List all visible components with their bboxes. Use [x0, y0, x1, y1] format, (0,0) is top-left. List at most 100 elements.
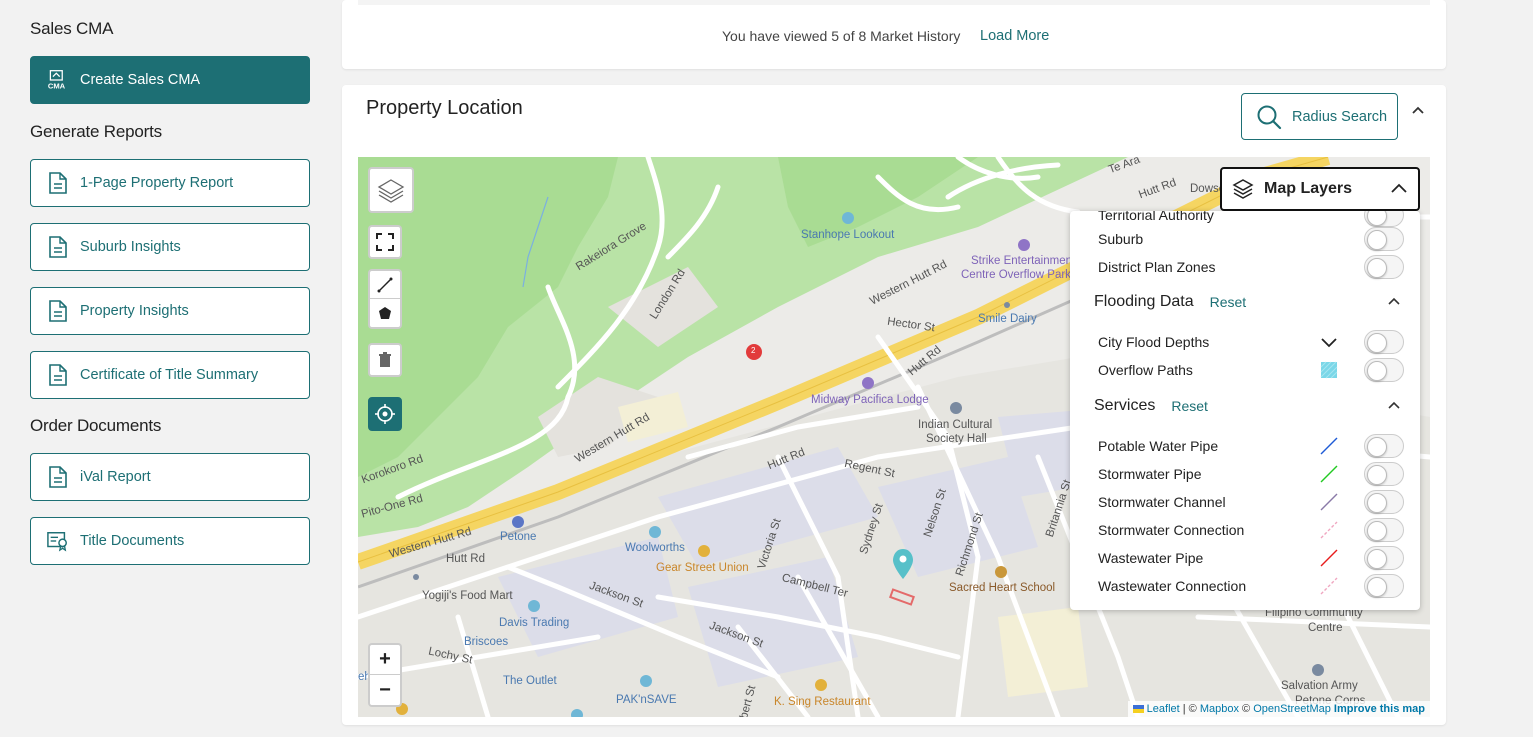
layer-label: Stormwater Connection	[1098, 522, 1245, 538]
map-label: Smile Dairy	[978, 313, 1037, 325]
services-reset-link[interactable]: Reset	[1171, 398, 1208, 414]
layer-row-stormwater-channel: Stormwater Channel	[1098, 488, 1404, 516]
group-title: Services	[1094, 397, 1156, 414]
layer-label: Overflow Paths	[1098, 362, 1193, 378]
layer-toggle[interactable]	[1364, 227, 1404, 251]
draw-toolbar	[368, 269, 402, 329]
sales-cma-title: Sales CMA	[30, 19, 114, 38]
map-label: Gear Street Union	[656, 562, 749, 574]
layer-toggle[interactable]	[1364, 330, 1404, 354]
layer-row-wastewater-connection: Wastewater Connection	[1098, 572, 1404, 600]
chevron-down-icon[interactable]	[1318, 331, 1340, 353]
layer-label: Stormwater Channel	[1098, 494, 1226, 510]
leaflet-link[interactable]: Leaflet	[1147, 703, 1180, 715]
create-sales-cma-label: Create Sales CMA	[80, 72, 201, 88]
property-location-title: Property Location	[366, 97, 523, 119]
property-map[interactable]: Rakeiora Grove London Rd Te Ara Stanhope…	[358, 157, 1430, 717]
draw-polygon-button[interactable]	[370, 299, 400, 327]
document-icon	[47, 171, 69, 195]
improve-map-link[interactable]: Improve this map	[1334, 703, 1425, 715]
layer-row-overflow-paths: Overflow Paths	[1098, 356, 1404, 384]
map-label: Davis Trading	[499, 617, 570, 629]
market-history-card: You have viewed 5 of 8 Market History Lo…	[342, 0, 1446, 69]
generate-reports-title: Generate Reports	[30, 122, 162, 141]
load-more-link[interactable]: Load More	[980, 28, 1049, 44]
line-icon	[377, 277, 393, 292]
ukraine-flag-icon	[1132, 705, 1144, 714]
radius-search-label: Radius Search	[1292, 108, 1388, 125]
suburb-insights-button[interactable]: Suburb Insights	[30, 223, 310, 271]
map-attribution: Leaflet | © Mapbox © OpenStreetMap Impro…	[1127, 701, 1430, 717]
layer-toggle[interactable]	[1364, 490, 1404, 514]
map-layers-title: Map Layers	[1264, 180, 1353, 197]
layer-row-city-flood-depths: City Flood Depths	[1098, 328, 1404, 356]
zoom-out-button[interactable]: −	[370, 675, 400, 705]
zoom-control: + −	[368, 643, 402, 707]
layer-row-wastewater-pipe: Wastewater Pipe	[1098, 544, 1404, 572]
one-page-property-report-button[interactable]: 1-Page Property Report	[30, 159, 310, 207]
order-label: iVal Report	[80, 469, 151, 485]
layer-toggle[interactable]	[1364, 434, 1404, 458]
layer-label: Wastewater Pipe	[1098, 550, 1204, 566]
layer-row-district-plan-zones: District Plan Zones	[1098, 253, 1404, 281]
flooding-reset-link[interactable]: Reset	[1210, 294, 1247, 310]
layers-control-button[interactable]	[368, 167, 414, 213]
order-label: Title Documents	[80, 533, 185, 549]
fullscreen-icon	[376, 233, 394, 251]
attribution-separator: | ©	[1179, 703, 1200, 715]
map-label: Indian Cultural	[918, 419, 993, 431]
delete-drawing-button[interactable]	[368, 343, 402, 377]
fullscreen-button[interactable]	[368, 225, 402, 259]
draw-line-button[interactable]	[370, 271, 400, 299]
mapbox-link[interactable]: Mapbox	[1200, 703, 1239, 715]
line-legend-icon	[1320, 493, 1338, 511]
layer-toggle[interactable]	[1364, 255, 1404, 279]
map-label: Salvation Army	[1281, 680, 1358, 692]
ival-report-button[interactable]: iVal Report	[30, 453, 310, 501]
locate-button[interactable]	[368, 397, 402, 431]
layer-label: Stormwater Pipe	[1098, 466, 1202, 482]
map-label: Hutt Rd	[446, 553, 485, 565]
road-shield-label: 2	[751, 346, 756, 355]
layer-toggle[interactable]	[1364, 358, 1404, 382]
report-label: Property Insights	[80, 303, 189, 319]
flooding-data-group[interactable]: Flooding Data Reset	[1094, 290, 1404, 314]
radius-search-button[interactable]: Radius Search	[1241, 93, 1398, 140]
chevron-up-icon[interactable]	[1388, 296, 1400, 306]
map-layers-header[interactable]: Map Layers	[1220, 167, 1420, 211]
crosshair-icon	[375, 404, 395, 424]
group-title: Flooding Data	[1094, 293, 1194, 310]
map-label: Stanhope Lookout	[801, 229, 895, 241]
layer-toggle[interactable]	[1364, 546, 1404, 570]
map-label: The Outlet	[503, 675, 557, 687]
layer-toggle[interactable]	[1364, 518, 1404, 542]
map-label: Society Hall	[926, 433, 987, 445]
layers-icon	[377, 179, 405, 203]
osm-link[interactable]: OpenStreetMap	[1253, 703, 1331, 715]
search-icon	[1257, 105, 1282, 129]
line-legend-icon	[1320, 437, 1338, 455]
title-documents-button[interactable]: Title Documents	[30, 517, 310, 565]
chevron-up-icon[interactable]	[1388, 400, 1400, 410]
map-label: Petone	[500, 531, 537, 543]
zoom-in-button[interactable]: +	[370, 645, 400, 675]
certificate-of-title-summary-button[interactable]: Certificate of Title Summary	[30, 351, 310, 399]
property-insights-button[interactable]: Property Insights	[30, 287, 310, 335]
attribution-separator: ©	[1238, 703, 1254, 715]
dashed-line-legend-icon	[1320, 577, 1338, 595]
chevron-up-icon[interactable]	[1412, 105, 1424, 115]
layer-toggle[interactable]	[1364, 462, 1404, 486]
history-viewed-text: You have viewed 5 of 8 Market History	[722, 28, 961, 44]
report-label: Certificate of Title Summary	[80, 367, 259, 383]
document-icon	[47, 363, 69, 387]
map-label: Briscoes	[464, 636, 509, 648]
map-label: K. Sing Restaurant	[774, 696, 871, 708]
history-table-bottom	[358, 0, 1430, 5]
map-label: Yogiji's Food Mart	[422, 590, 513, 602]
services-group[interactable]: Services Reset	[1094, 394, 1404, 418]
create-sales-cma-button[interactable]: CMA Create Sales CMA	[30, 56, 310, 104]
layer-toggle[interactable]	[1364, 574, 1404, 598]
polygon-icon	[379, 307, 391, 319]
layer-label: Suburb	[1098, 231, 1144, 247]
chevron-up-icon[interactable]	[1390, 181, 1408, 195]
